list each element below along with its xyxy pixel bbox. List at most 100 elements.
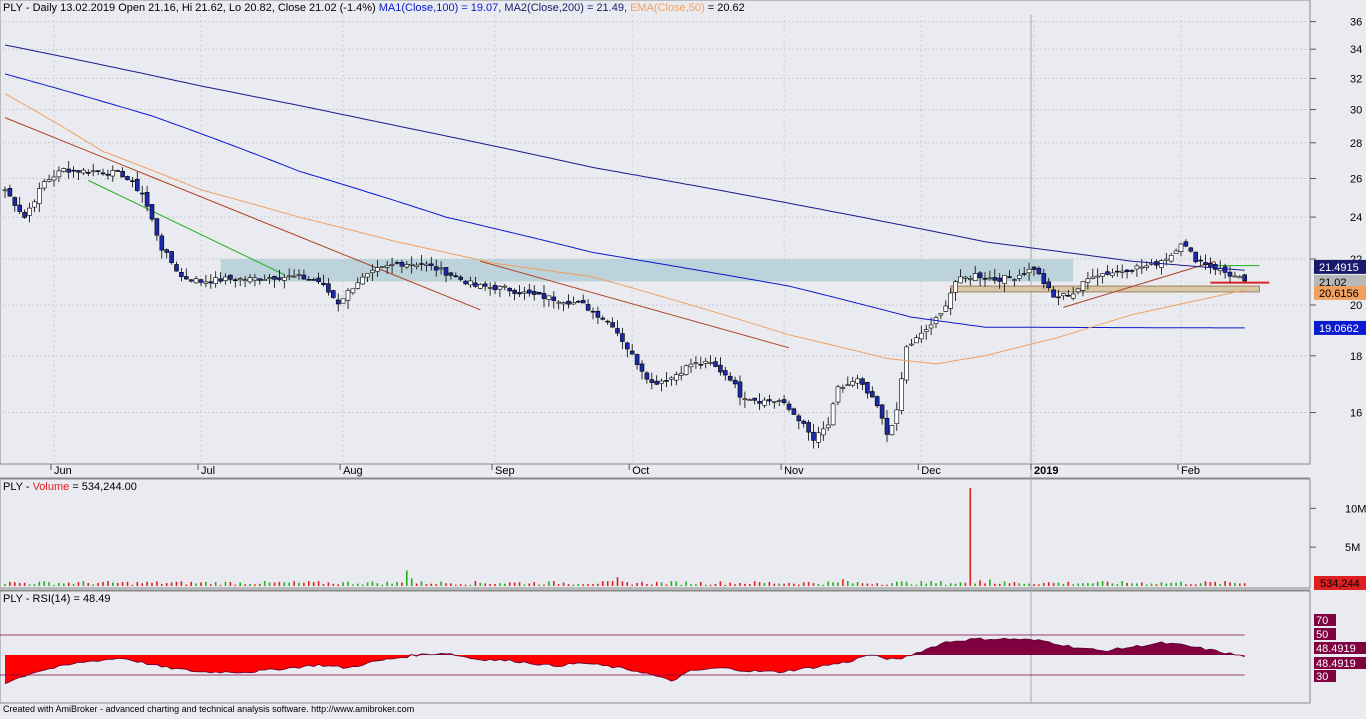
candle-body: [502, 285, 508, 288]
price-tick-label: 24: [1350, 212, 1362, 224]
candle-body: [46, 179, 52, 182]
month-label: Jul: [201, 465, 215, 477]
candle-body: [1173, 250, 1179, 254]
candle-body: [296, 273, 302, 276]
candle: [379, 266, 385, 268]
candle-body: [884, 417, 890, 435]
candle-body: [1070, 293, 1076, 299]
candle-body: [399, 261, 405, 267]
candle-body: [340, 298, 346, 304]
candle-body: [345, 290, 351, 301]
candle-body: [443, 267, 449, 276]
candle-body: [36, 188, 42, 204]
candle-body: [507, 287, 513, 292]
candle-body: [394, 262, 400, 264]
candle-body: [860, 378, 865, 385]
candle-body: [198, 279, 204, 283]
candle-body: [1139, 266, 1145, 269]
candle-body: [86, 172, 91, 174]
rsi-panel-header: PLY - RSI(14) = 48.49: [3, 593, 111, 606]
amibroker-chart-window: 1618202224262830323436JunJulAugSepOctNov…: [0, 0, 1366, 716]
price-tick-label: 30: [1350, 105, 1362, 117]
high-value: Hi 21.62,: [181, 2, 226, 14]
candle-body: [1198, 259, 1203, 262]
month-label: Nov: [784, 465, 804, 477]
candle-body: [634, 354, 640, 365]
candle-body: [257, 278, 263, 281]
low-value: Lo 20.82,: [228, 2, 275, 14]
price-tick-label: 28: [1350, 138, 1362, 150]
candle: [683, 364, 689, 376]
candle-body: [796, 415, 802, 422]
candle-body: [149, 204, 155, 220]
candle-body: [693, 362, 699, 364]
candle-body: [17, 204, 23, 212]
candle-body: [174, 264, 179, 272]
candle-body: [1090, 276, 1096, 279]
ma2-label: MA2(Close,200) = 21.49,: [504, 2, 628, 14]
candle-body: [66, 168, 71, 173]
candle-body: [629, 350, 635, 355]
candle-body: [977, 272, 983, 278]
candle: [125, 175, 130, 181]
candle-body: [1193, 251, 1198, 263]
candle-body: [218, 278, 223, 282]
candle-body: [242, 279, 248, 282]
price-tick-label: 36: [1350, 17, 1362, 29]
candle: [340, 298, 346, 304]
candle-body: [281, 277, 287, 281]
candle-body: [605, 320, 611, 323]
candle-body: [262, 279, 268, 281]
candle-body: [688, 363, 694, 368]
candle-body: [1075, 288, 1081, 293]
candle-body: [1056, 296, 1061, 299]
candle-body: [139, 192, 145, 195]
candle-body: [551, 296, 557, 301]
candle-body: [1183, 241, 1189, 247]
symbol: PLY: [3, 2, 23, 14]
candle-body: [277, 277, 282, 280]
chart-canvas[interactable]: 1618202224262830323436JunJulAugSepOctNov…: [0, 0, 1366, 716]
candle-body: [188, 279, 194, 282]
candle-body: [184, 276, 189, 280]
candle-body: [747, 399, 753, 401]
rsi-panel[interactable]: [0, 590, 1311, 704]
price-tick-label: 34: [1350, 44, 1362, 56]
candle-body: [737, 381, 743, 398]
candle-body: [1213, 264, 1218, 270]
candle-body: [1124, 269, 1130, 273]
candle-body: [571, 302, 576, 305]
candle-body: [468, 280, 473, 286]
price-panel-header: PLY - Daily 13.02.2019 Open 21.16, Hi 21…: [3, 2, 745, 14]
candle-body: [223, 276, 228, 281]
candle-body: [938, 313, 944, 316]
candle-body: [228, 274, 233, 280]
candle-body: [365, 273, 370, 278]
candle-body: [546, 295, 552, 301]
candle-body: [801, 420, 807, 424]
candle-body: [899, 378, 905, 411]
candle: [169, 251, 174, 265]
candle-body: [742, 398, 748, 401]
candle-body: [820, 428, 826, 436]
candle-body: [41, 181, 47, 189]
candle-body: [762, 399, 767, 406]
candle-body: [105, 173, 111, 176]
support-zone: [950, 285, 1260, 293]
candle-body: [531, 291, 537, 295]
candle-body: [90, 170, 96, 173]
candle-body: [7, 188, 13, 197]
candle-body: [649, 379, 655, 383]
candle-body: [1227, 271, 1233, 277]
candle-body: [1026, 268, 1032, 274]
volume-panel[interactable]: [0, 478, 1311, 589]
candle-body: [718, 364, 723, 373]
candle-body: [213, 277, 218, 284]
candle-body: [624, 342, 630, 350]
ema-value: = 20.62: [707, 2, 745, 14]
candle-body: [776, 400, 782, 402]
candle-body: [409, 263, 415, 266]
candle: [889, 425, 895, 436]
candle-body: [237, 278, 243, 281]
candle-body: [384, 265, 390, 268]
